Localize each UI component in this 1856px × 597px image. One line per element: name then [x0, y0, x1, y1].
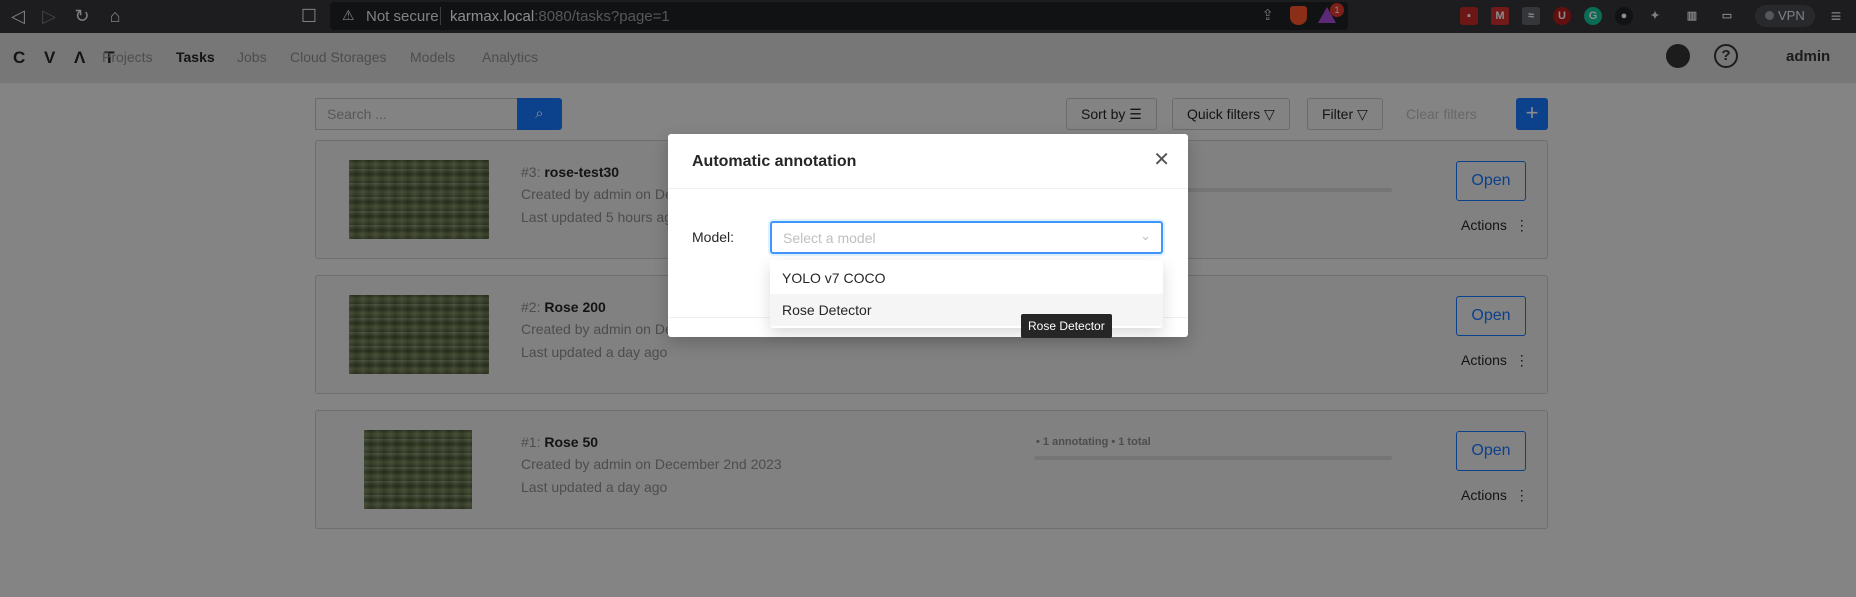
dialog-title: Automatic annotation — [692, 153, 857, 170]
close-icon[interactable]: ✕ — [1153, 150, 1170, 170]
chevron-down-icon: ⌄ — [1140, 228, 1151, 243]
model-option-yolo[interactable]: YOLO v7 COCO — [770, 262, 1163, 294]
model-select[interactable]: Select a model ⌄ — [770, 221, 1163, 254]
option-tooltip: Rose Detector — [1021, 314, 1112, 338]
model-label: Model: — [692, 229, 735, 245]
dialog-divider — [668, 188, 1188, 189]
model-select-placeholder: Select a model — [783, 230, 876, 246]
